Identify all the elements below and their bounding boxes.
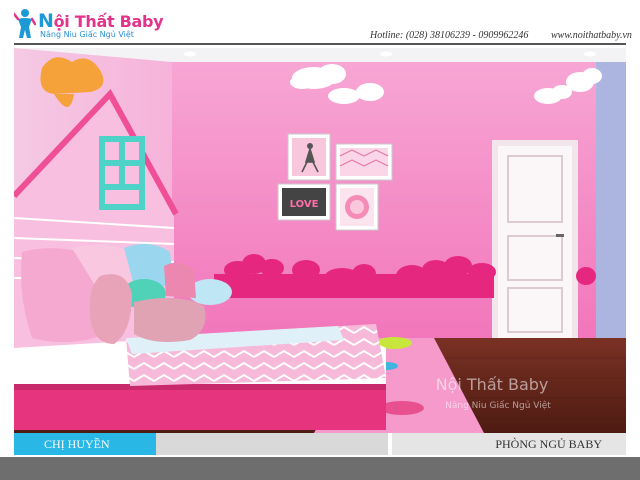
website-link[interactable]: www.noithatbaby.vn — [551, 30, 632, 41]
watermark: Nội Thất Baby Nâng Niu Giấc Ngủ Việt — [436, 375, 552, 411]
room-name-label: PHÒNG NGỦ BABY — [390, 433, 626, 455]
page-header: Nội Thất Baby Nâng Niu Giấc Ngủ Việt Hot… — [0, 0, 640, 46]
door — [492, 140, 578, 340]
caption-spacer — [156, 433, 388, 455]
ceiling-light — [184, 51, 196, 57]
header-divider — [14, 43, 626, 45]
logo-tagline: Nâng Niu Giấc Ngủ Việt — [40, 30, 134, 39]
logo-title-initial: N — [38, 10, 54, 32]
child-figure-icon — [14, 9, 36, 38]
logo-title-rest: ội Thất Baby — [53, 12, 164, 31]
brand-logo[interactable]: Nội Thất Baby Nâng Niu Giấc Ngủ Việt — [14, 8, 164, 42]
watermark-tagline: Nâng Niu Giấc Ngủ Việt — [445, 400, 551, 411]
caption-bar: CHỊ HUYỀN PHÒNG NGỦ BABY — [0, 433, 640, 457]
ceiling-light — [380, 51, 392, 57]
svg-text:LOVE: LOVE — [290, 199, 319, 210]
bottom-band — [0, 457, 640, 480]
bedroom-scene: LOVE Nội Thất Baby Nâng Niu Giấc Ngủ Việ… — [14, 48, 626, 433]
hotline-text: Hotline: (028) 38106239 - 0909962246 — [370, 30, 529, 41]
room-render-photo: LOVE Nội Thất Baby Nâng Niu Giấc Ngủ Việ… — [14, 48, 626, 433]
ceiling-light — [584, 51, 596, 57]
client-name-label: CHỊ HUYỀN — [14, 433, 156, 455]
logo-title: Nội Thất Baby — [38, 10, 164, 32]
watermark-title: Nội Thất Baby — [436, 375, 549, 394]
